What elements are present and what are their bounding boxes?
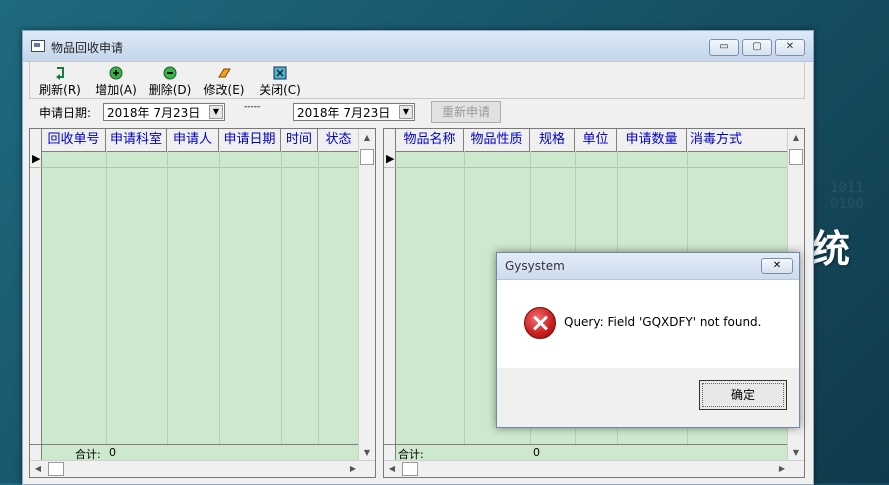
- edit-button[interactable]: 修改(E): [200, 64, 248, 97]
- right-grid-footer: 合计: 0: [384, 444, 804, 461]
- left-grid[interactable]: 回收单号 申请科室 申请人 申请日期 时间 状态 ▶ 合计: 0 ▲ ▼ ◀ ▶: [29, 128, 376, 478]
- date-from-value: 2018年 7月23日: [107, 106, 201, 120]
- column-header[interactable]: 单位: [575, 129, 617, 151]
- dialog-titlebar[interactable]: Gysystem ✕: [497, 253, 799, 280]
- footer-value: 0: [533, 446, 540, 459]
- chevron-down-icon[interactable]: ▼: [209, 105, 223, 119]
- eraser-icon: [218, 68, 231, 78]
- column-header[interactable]: 申请科室: [106, 129, 167, 151]
- refresh-label: 刷新(R): [39, 83, 81, 97]
- scroll-right-icon[interactable]: ▶: [345, 464, 361, 473]
- table-row[interactable]: ▶: [384, 151, 804, 168]
- grid-line: [281, 151, 282, 445]
- refresh-button[interactable]: 刷新(R): [36, 64, 84, 97]
- date-to-picker[interactable]: 2018年 7月23日 ▼: [293, 103, 415, 121]
- column-header[interactable]: 消毒方式: [687, 129, 787, 151]
- scroll-thumb[interactable]: [789, 149, 803, 165]
- filter-bar: 申请日期: 2018年 7月23日 ▼ ----- 2018年 7月23日 ▼ …: [29, 99, 803, 127]
- dialog-body: Query: Field 'GQXDFY' not found.: [497, 280, 799, 368]
- date-from-picker[interactable]: 2018年 7月23日 ▼: [103, 103, 225, 121]
- add-label: 增加(A): [95, 83, 137, 97]
- column-header[interactable]: 申请数量: [617, 129, 687, 151]
- table-row[interactable]: ▶: [30, 151, 375, 168]
- window-title: 物品回收申请: [51, 41, 124, 55]
- error-message: Query: Field 'GQXDFY' not found.: [564, 315, 762, 329]
- row-indicator-header: [30, 129, 42, 151]
- grid-line: [464, 151, 465, 445]
- minus-icon: [163, 66, 177, 80]
- maximize-button[interactable]: ▢: [742, 39, 772, 56]
- scroll-up-icon[interactable]: ▲: [359, 133, 375, 142]
- window-titlebar[interactable]: 物品回收申请 ▭ ▢ ✕: [23, 31, 813, 62]
- scroll-left-icon[interactable]: ◀: [384, 464, 400, 473]
- dialog-close-button[interactable]: ✕: [761, 258, 793, 274]
- scroll-right-icon[interactable]: ▶: [774, 464, 790, 473]
- close-window-button[interactable]: ✕: [775, 39, 805, 56]
- delete-label: 删除(D): [148, 83, 192, 97]
- left-grid-footer: 合计: 0: [30, 444, 375, 461]
- dialog-title: Gysystem: [505, 259, 565, 273]
- current-row-indicator-icon: ▶: [32, 152, 41, 165]
- ok-button[interactable]: 确定: [699, 380, 787, 410]
- scroll-thumb[interactable]: [48, 462, 64, 476]
- reapply-button[interactable]: 重新申请: [431, 101, 501, 123]
- error-dialog: Gysystem ✕ Query: Field 'GQXDFY' not fou…: [496, 252, 800, 428]
- refresh-icon: [56, 67, 64, 80]
- plus-icon: [109, 66, 123, 80]
- row-indicator-column: [384, 151, 396, 461]
- column-header[interactable]: 时间: [281, 129, 318, 151]
- close-button[interactable]: 关闭(C): [256, 64, 304, 97]
- date-separator: -----: [244, 102, 261, 112]
- edit-label: 修改(E): [203, 83, 245, 97]
- add-button[interactable]: 增加(A): [92, 64, 140, 97]
- background-title-fragment: 统: [812, 227, 851, 271]
- delete-button[interactable]: 删除(D): [146, 64, 194, 97]
- vertical-scrollbar[interactable]: ▲ ▼: [358, 129, 375, 461]
- horizontal-scrollbar[interactable]: ◀ ▶: [384, 460, 804, 477]
- scroll-left-icon[interactable]: ◀: [30, 464, 46, 473]
- footer-value: 0: [109, 446, 116, 459]
- row-indicator-column: [30, 151, 42, 461]
- column-header[interactable]: 物品性质: [464, 129, 530, 151]
- window-app-icon: [31, 40, 45, 52]
- column-header[interactable]: 申请日期: [219, 129, 281, 151]
- date-to-value: 2018年 7月23日: [297, 106, 391, 120]
- left-grid-header: 回收单号 申请科室 申请人 申请日期 时间 状态: [30, 129, 375, 152]
- scroll-down-icon[interactable]: ▼: [788, 448, 804, 457]
- right-grid-header: 物品名称 物品性质 规格 单位 申请数量 消毒方式: [384, 129, 804, 152]
- close-icon: [273, 66, 287, 80]
- scroll-down-icon[interactable]: ▼: [359, 448, 375, 457]
- grid-line: [318, 151, 319, 445]
- column-header[interactable]: 申请人: [167, 129, 219, 151]
- row-indicator-header: [384, 129, 396, 151]
- scroll-thumb[interactable]: [360, 149, 374, 165]
- background-decoration: 1011 0100: [830, 180, 864, 212]
- horizontal-scrollbar[interactable]: ◀ ▶: [30, 460, 375, 477]
- grid-line: [219, 151, 220, 445]
- current-row-indicator-icon: ▶: [386, 152, 395, 165]
- minimize-button[interactable]: ▭: [709, 39, 739, 56]
- column-header[interactable]: 状态: [318, 129, 360, 151]
- column-header[interactable]: 物品名称: [396, 129, 464, 151]
- toolbar: 刷新(R) 增加(A) 删除(D) 修改(E) 关闭(C): [29, 61, 805, 99]
- close-label: 关闭(C): [259, 83, 301, 97]
- column-header[interactable]: 回收单号: [42, 129, 106, 151]
- grid-line: [167, 151, 168, 445]
- column-header[interactable]: 规格: [530, 129, 575, 151]
- chevron-down-icon[interactable]: ▼: [399, 105, 413, 119]
- scroll-thumb[interactable]: [402, 462, 418, 476]
- date-label: 申请日期:: [39, 106, 92, 120]
- error-icon: [524, 307, 556, 339]
- grid-line: [106, 151, 107, 445]
- scroll-up-icon[interactable]: ▲: [788, 133, 804, 142]
